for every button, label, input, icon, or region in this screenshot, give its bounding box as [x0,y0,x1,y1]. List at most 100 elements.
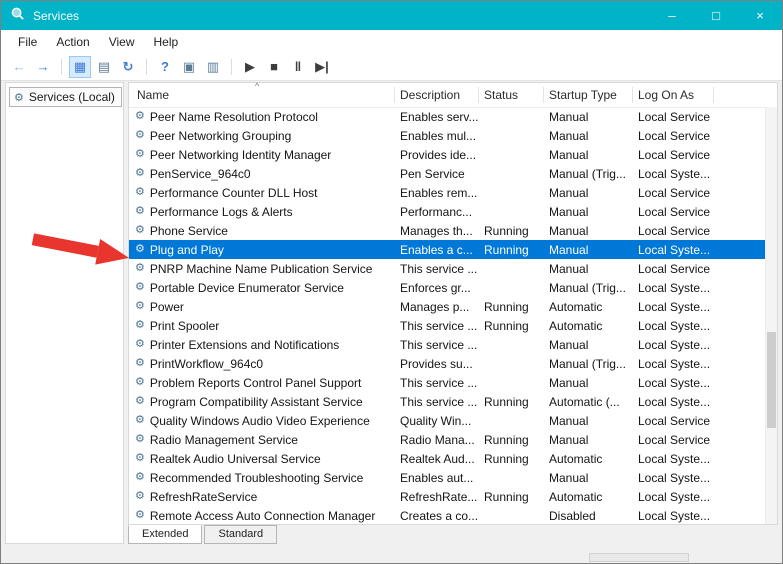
service-description: Radio Mana... [394,433,478,447]
service-startup-type: Manual [543,186,632,200]
service-row[interactable]: ⚙Plug and PlayEnables a c...RunningManua… [129,240,765,259]
close-button[interactable]: × [738,1,782,30]
maximize-button[interactable]: □ [694,1,738,30]
service-gear-icon: ⚙ [135,415,145,426]
vertical-scrollbar-thumb[interactable] [767,332,776,428]
service-row[interactable]: ⚙Peer Networking GroupingEnables mul...M… [129,126,765,145]
properties-button[interactable]: ▣ [179,57,199,77]
service-gear-icon: ⚙ [135,149,145,160]
service-startup-type: Manual [543,414,632,428]
column-header-status[interactable]: Status [484,88,518,102]
service-name: Remote Access Auto Connection Manager [150,509,375,523]
service-description: This service ... [394,338,478,352]
column-divider[interactable] [394,87,395,103]
back-arrow-button[interactable]: ← [9,57,29,77]
menu-help[interactable]: Help [145,32,189,52]
service-row[interactable]: ⚙Performance Counter DLL HostEnables rem… [129,183,765,202]
refresh-button[interactable]: ↻ [118,57,138,77]
column-divider[interactable] [713,87,714,103]
service-name: Recommended Troubleshooting Service [150,471,363,485]
service-row[interactable]: ⚙Print SpoolerThis service ...RunningAut… [129,316,765,335]
column-divider[interactable] [632,87,633,103]
service-startup-type: Manual [543,471,632,485]
service-logon-as: Local Service [632,224,765,238]
service-name: PenService_964c0 [150,167,251,181]
service-row[interactable]: ⚙Phone ServiceManages th...RunningManual… [129,221,765,240]
service-gear-icon: ⚙ [135,339,145,350]
service-row[interactable]: ⚙RefreshRateServiceRefreshRate...Running… [129,487,765,506]
column-header-description[interactable]: Description [400,88,460,102]
column-divider[interactable] [543,87,544,103]
service-startup-type: Manual [543,224,632,238]
vertical-scrollbar[interactable] [765,107,777,524]
service-gear-icon: ⚙ [135,282,145,293]
minimize-button[interactable]: – [650,1,694,30]
service-gear-icon: ⚙ [135,301,145,312]
column-header-log-on-as[interactable]: Log On As [638,88,694,102]
service-description: Enforces gr... [394,281,478,295]
service-row[interactable]: ⚙Realtek Audio Universal ServiceRealtek … [129,449,765,468]
show-console-tree-button[interactable]: ▦ [70,57,90,77]
menu-view[interactable]: View [100,32,145,52]
service-row[interactable]: ⚙Printer Extensions and NotificationsThi… [129,335,765,354]
view-tabs: ExtendedStandard [128,525,277,544]
horizontal-scrollbar-thumb[interactable] [589,553,689,562]
service-startup-type: Manual (Trig... [543,357,632,371]
tab-extended[interactable]: Extended [128,525,202,544]
service-row[interactable]: ⚙PowerManages p...RunningAutomaticLocal … [129,297,765,316]
service-status: Running [478,300,543,314]
service-row[interactable]: ⚙Portable Device Enumerator ServiceEnfor… [129,278,765,297]
service-row[interactable]: ⚙Program Compatibility Assistant Service… [129,392,765,411]
service-logon-as: Local Service [632,148,765,162]
service-description: Pen Service [394,167,478,181]
title-bar: Services – □ × [1,1,782,30]
service-row[interactable]: ⚙Peer Name Resolution ProtocolEnables se… [129,107,765,126]
service-name: Print Spooler [150,319,219,333]
service-row[interactable]: ⚙Peer Networking Identity ManagerProvide… [129,145,765,164]
service-logon-as: Local Syste... [632,319,765,333]
service-startup-type: Manual [543,433,632,447]
tab-standard[interactable]: Standard [204,525,277,544]
service-gear-icon: ⚙ [135,453,145,464]
service-logon-as: Local Syste... [632,300,765,314]
service-gear-icon: ⚙ [135,396,145,407]
column-divider[interactable] [478,87,479,103]
stop-service-button[interactable]: ■ [264,57,284,77]
service-name: Plug and Play [150,243,224,257]
service-row[interactable]: ⚙PNRP Machine Name Publication ServiceTh… [129,259,765,278]
service-name: Phone Service [150,224,228,238]
service-row[interactable]: ⚙Performance Logs & AlertsPerformanc...M… [129,202,765,221]
start-service-button[interactable]: ▶ [240,57,260,77]
service-row[interactable]: ⚙Remote Access Auto Connection ManagerCr… [129,506,765,524]
service-row[interactable]: ⚙Quality Windows Audio Video ExperienceQ… [129,411,765,430]
help-button[interactable]: ? [155,57,175,77]
menu-file[interactable]: File [9,32,47,52]
service-row[interactable]: ⚙PenService_964c0Pen ServiceManual (Trig… [129,164,765,183]
service-startup-type: Manual [543,376,632,390]
service-logon-as: Local Service [632,110,765,124]
service-startup-type: Manual [543,205,632,219]
forward-arrow-button[interactable]: → [33,57,53,77]
column-header-startup-type[interactable]: Startup Type [549,88,617,102]
pause-service-button[interactable]: ‖ [288,57,308,77]
export-list-button[interactable]: ▤ [94,57,114,77]
service-logon-as: Local Service [632,262,765,276]
service-logon-as: Local Service [632,414,765,428]
filter-button[interactable]: ▥ [203,57,223,77]
service-startup-type: Manual [543,129,632,143]
service-row[interactable]: ⚙PrintWorkflow_964c0Provides su...Manual… [129,354,765,373]
service-startup-type: Disabled [543,509,632,523]
service-row[interactable]: ⚙Problem Reports Control Panel SupportTh… [129,373,765,392]
service-name: Quality Windows Audio Video Experience [150,414,370,428]
column-header-name[interactable]: Name [137,88,169,102]
service-description: Manages th... [394,224,478,238]
service-description: RefreshRate... [394,490,478,504]
restart-service-button[interactable]: ▶| [312,57,332,77]
menu-action[interactable]: Action [47,32,99,52]
toolbar-separator [231,59,232,75]
service-name: Realtek Audio Universal Service [150,452,321,466]
service-status: Running [478,395,543,409]
service-row[interactable]: ⚙Recommended Troubleshooting ServiceEnab… [129,468,765,487]
service-row[interactable]: ⚙Radio Management ServiceRadio Mana...Ru… [129,430,765,449]
tree-item-services-local[interactable]: ⚙ Services (Local) [9,87,122,107]
